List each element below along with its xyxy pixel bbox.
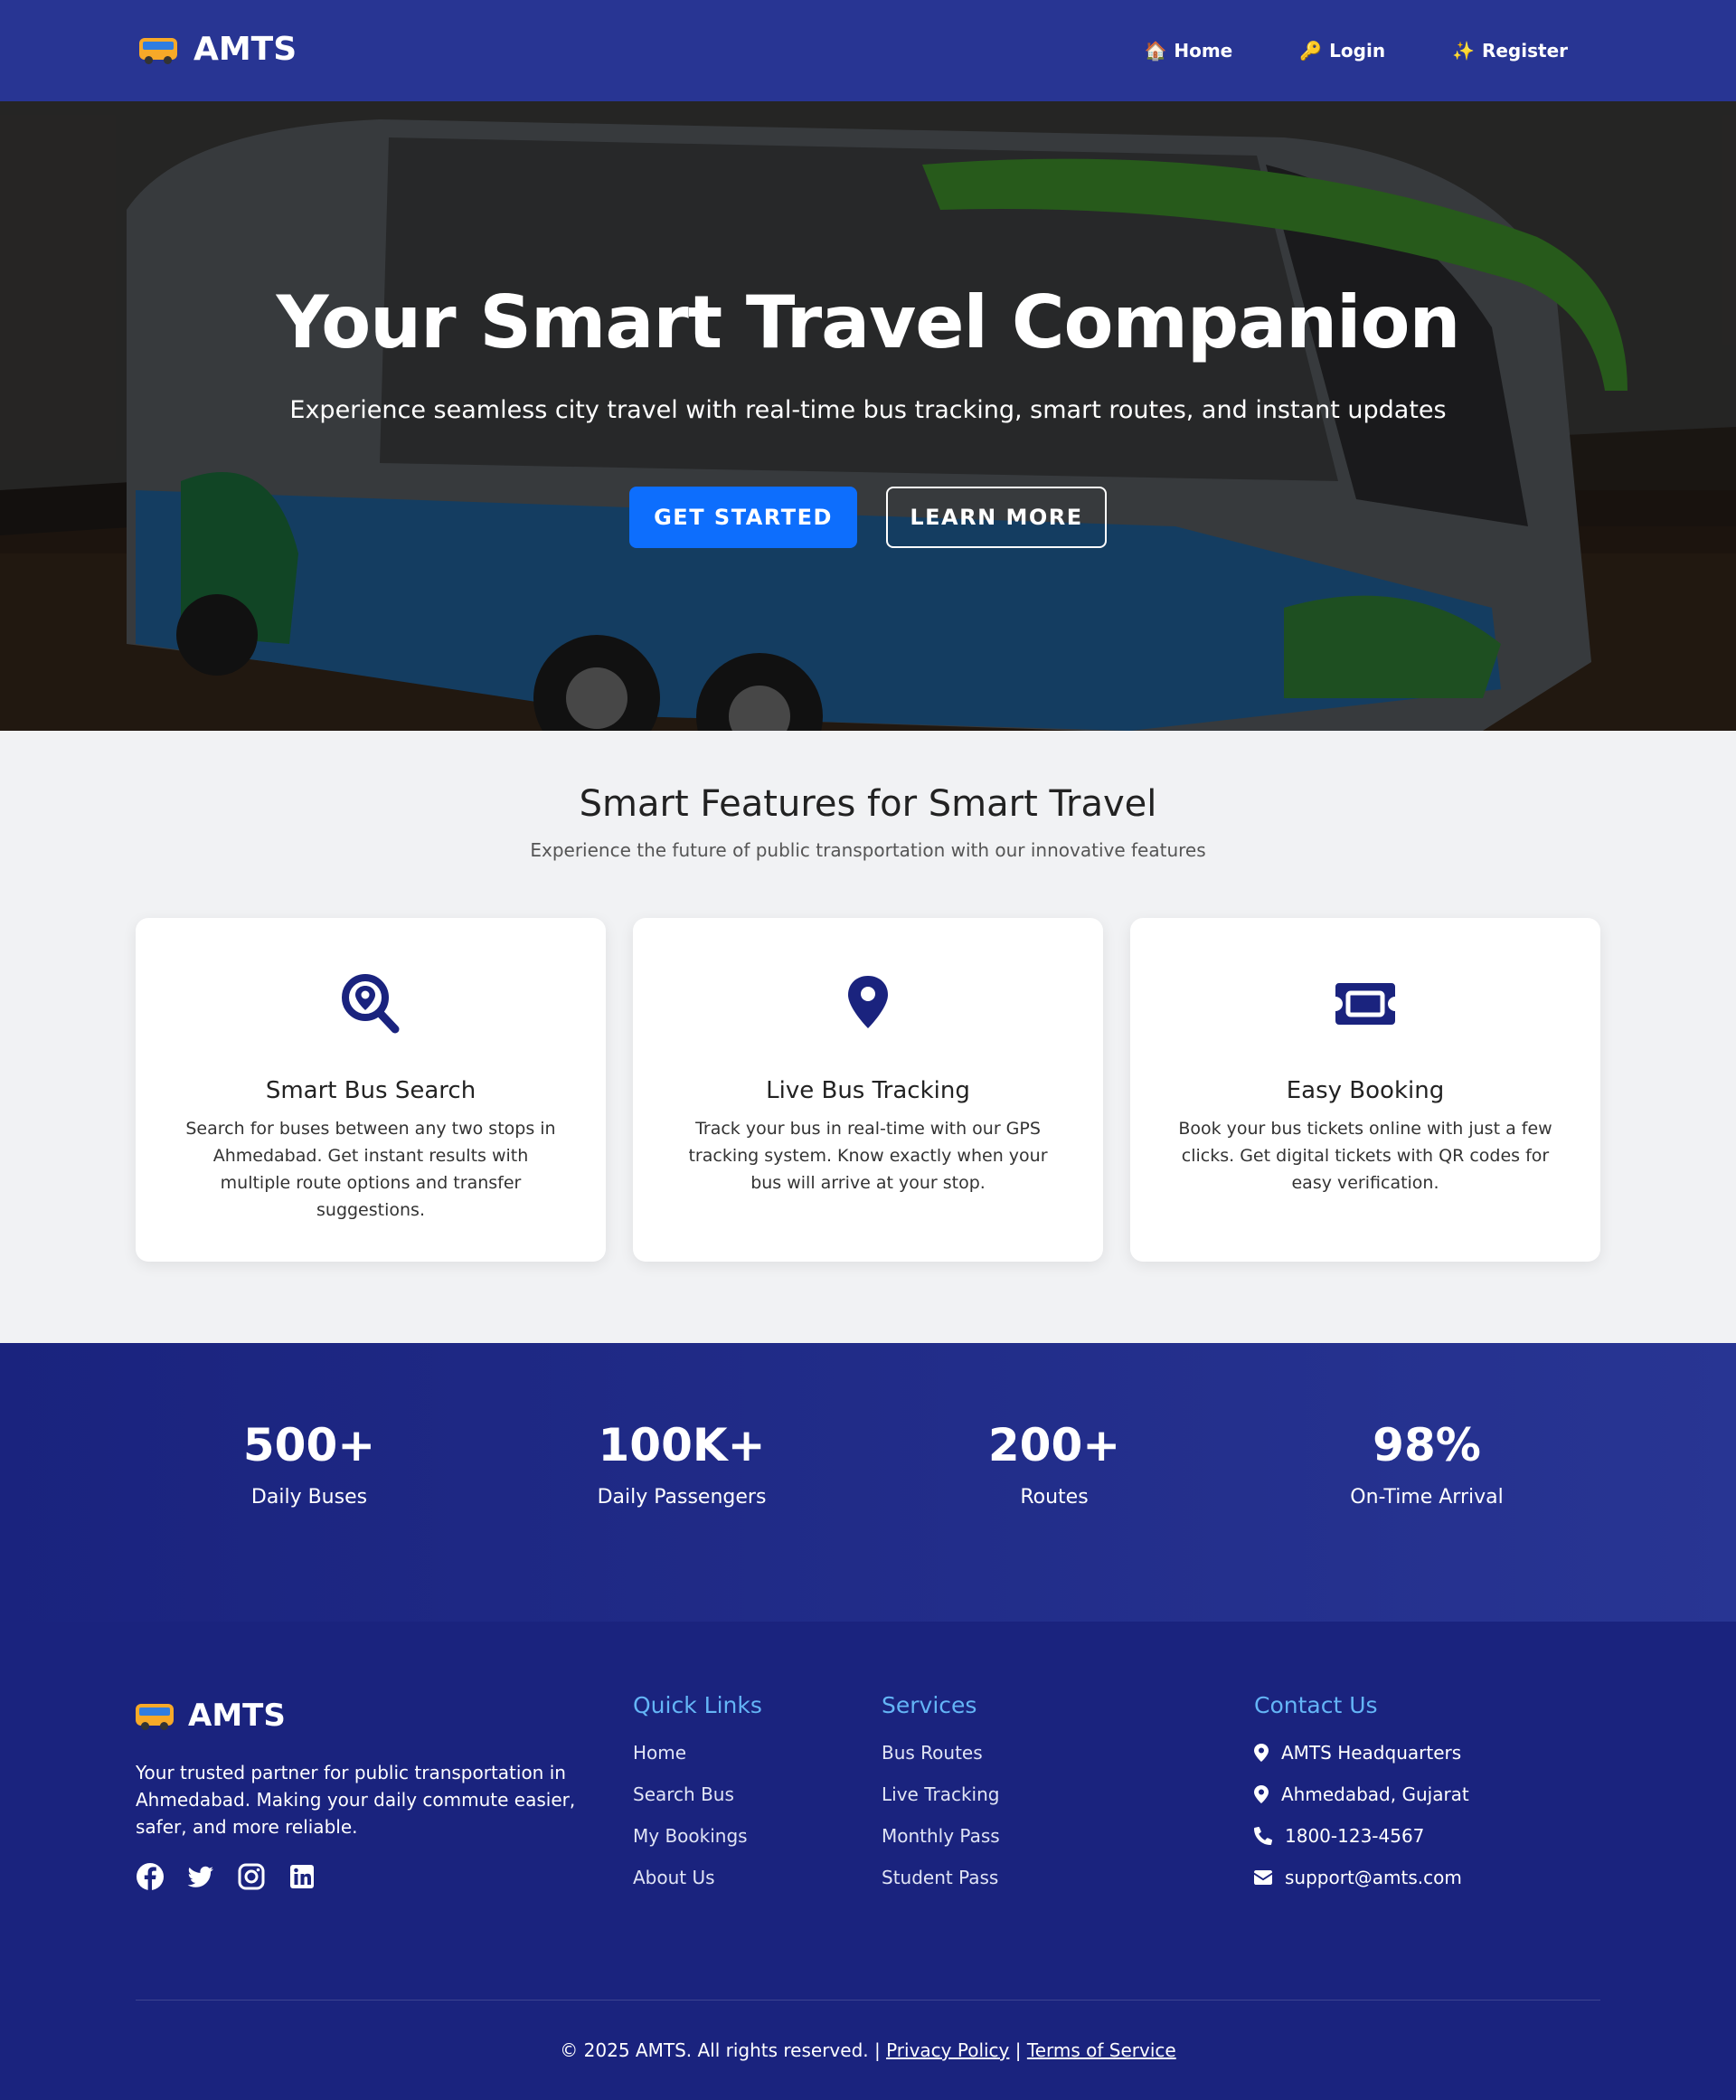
stat-routes: 200+ Routes bbox=[868, 1419, 1241, 1509]
feature-card-live-tracking: Live Bus Tracking Track your bus in real… bbox=[633, 918, 1103, 1262]
facebook-icon[interactable] bbox=[136, 1862, 165, 1891]
stat-value: 500+ bbox=[242, 1419, 376, 1471]
stat-label: Daily Buses bbox=[250, 1486, 368, 1509]
contact-address-line-2: Ahmedabad, Gujarat bbox=[1254, 1783, 1469, 1825]
get-started-button[interactable]: GET STARTED bbox=[629, 487, 857, 548]
stat-daily-passengers: 100K+ Daily Passengers bbox=[495, 1419, 868, 1509]
feature-description: Search for buses between any two stops i… bbox=[185, 1119, 556, 1220]
nav-links: 🏠 Home 🔑 Login ✨ Register bbox=[1144, 0, 1568, 101]
footer-contact: Contact Us AMTS Headquarters Ahmedabad, … bbox=[1254, 1692, 1469, 1908]
features-section: Smart Features for Smart Travel Experien… bbox=[0, 731, 1736, 1343]
footer-link-bus-routes[interactable]: Bus Routes bbox=[882, 1742, 1000, 1783]
copyright-separator: | bbox=[1014, 2039, 1022, 2061]
contact-phone-line: 1800-123-4567 bbox=[1254, 1825, 1469, 1867]
nav-register-link[interactable]: ✨ Register bbox=[1452, 40, 1568, 61]
stats-section: 500+ Daily Buses 100K+ Daily Passengers … bbox=[0, 1343, 1736, 1622]
feature-description: Book your bus tickets online with just a… bbox=[1178, 1119, 1552, 1193]
top-navbar: AMTS 🏠 Home 🔑 Login ✨ Register bbox=[0, 0, 1736, 101]
contact-address-line-1: AMTS Headquarters bbox=[1254, 1742, 1469, 1783]
feature-title: Live Bus Tracking bbox=[766, 1077, 970, 1104]
footer-services: Services Bus Routes Live Tracking Monthl… bbox=[882, 1692, 1000, 1908]
bus-icon bbox=[136, 1700, 174, 1731]
footer-brand-name: AMTS bbox=[188, 1698, 286, 1734]
hero-title: Your Smart Travel Companion bbox=[276, 280, 1461, 364]
stat-label: Routes bbox=[1020, 1486, 1089, 1509]
footer-link-about-us[interactable]: About Us bbox=[633, 1867, 762, 1908]
nav-register-label: Register bbox=[1481, 40, 1568, 61]
contact-email[interactable]: support@amts.com bbox=[1285, 1867, 1462, 1888]
stat-label: On-Time Arrival bbox=[1350, 1486, 1504, 1509]
footer-quick-links: Quick Links Home Search Bus My Bookings … bbox=[633, 1692, 762, 1908]
nav-home-link[interactable]: 🏠 Home bbox=[1144, 40, 1232, 61]
brand-name: AMTS bbox=[193, 31, 297, 68]
key-icon: 🔑 bbox=[1299, 40, 1323, 61]
twitter-icon[interactable] bbox=[186, 1862, 215, 1891]
search-location-icon bbox=[136, 974, 606, 1034]
footer-link-home[interactable]: Home bbox=[633, 1742, 762, 1783]
stat-daily-buses: 500+ Daily Buses bbox=[123, 1419, 495, 1509]
features-subtitle: Experience the future of public transpor… bbox=[530, 839, 1206, 861]
hero-buttons: GET STARTED LEARN MORE bbox=[0, 487, 1736, 548]
footer-link-search-bus[interactable]: Search Bus bbox=[633, 1783, 762, 1825]
copyright-text: © 2025 AMTS. All rights reserved. | bbox=[560, 2039, 881, 2061]
nav-login-link[interactable]: 🔑 Login bbox=[1299, 40, 1385, 61]
hero-subtitle: Experience seamless city travel with rea… bbox=[289, 396, 1447, 424]
learn-more-button[interactable]: LEARN MORE bbox=[886, 487, 1107, 548]
feature-title: Easy Booking bbox=[1286, 1077, 1445, 1104]
features-title: Smart Features for Smart Travel bbox=[579, 783, 1157, 825]
stat-value: 98% bbox=[1373, 1419, 1481, 1471]
map-marker-icon bbox=[633, 974, 1103, 1034]
map-marker-icon bbox=[1254, 1785, 1269, 1803]
map-marker-icon bbox=[1254, 1744, 1269, 1762]
brand-logo[interactable]: AMTS bbox=[139, 31, 297, 68]
phone-icon bbox=[1254, 1827, 1272, 1845]
footer-divider bbox=[136, 2000, 1600, 2001]
feature-description: Track your bus in real-time with our GPS… bbox=[688, 1119, 1048, 1193]
nav-home-label: Home bbox=[1174, 40, 1233, 61]
contact-address-2: Ahmedabad, Gujarat bbox=[1281, 1783, 1469, 1805]
sparkles-icon: ✨ bbox=[1452, 40, 1475, 61]
footer-heading: Contact Us bbox=[1254, 1692, 1378, 1718]
nav-login-label: Login bbox=[1329, 40, 1386, 61]
linkedin-icon[interactable] bbox=[288, 1862, 316, 1891]
footer-brand: AMTS bbox=[136, 1698, 286, 1734]
contact-phone[interactable]: 1800-123-4567 bbox=[1285, 1825, 1424, 1847]
footer-link-monthly-pass[interactable]: Monthly Pass bbox=[882, 1825, 1000, 1867]
stat-on-time-arrival: 98% On-Time Arrival bbox=[1241, 1419, 1613, 1509]
ticket-icon bbox=[1130, 974, 1600, 1034]
social-links bbox=[136, 1862, 316, 1891]
feature-card-easy-booking: Easy Booking Book your bus tickets onlin… bbox=[1130, 918, 1600, 1262]
footer-link-my-bookings[interactable]: My Bookings bbox=[633, 1825, 762, 1867]
terms-of-service-link[interactable]: Terms of Service bbox=[1027, 2039, 1176, 2061]
footer-heading: Quick Links bbox=[633, 1692, 762, 1718]
house-icon: 🏠 bbox=[1144, 40, 1167, 61]
contact-address-1: AMTS Headquarters bbox=[1281, 1742, 1462, 1764]
footer: AMTS Your trusted partner for public tra… bbox=[0, 1622, 1736, 2100]
stat-label: Daily Passengers bbox=[597, 1486, 767, 1509]
feature-title: Smart Bus Search bbox=[265, 1077, 476, 1104]
stat-value: 200+ bbox=[987, 1419, 1121, 1471]
footer-heading: Services bbox=[882, 1692, 977, 1718]
footer-link-student-pass[interactable]: Student Pass bbox=[882, 1867, 1000, 1908]
footer-description: Your trusted partner for public transpor… bbox=[136, 1762, 576, 1838]
instagram-icon[interactable] bbox=[237, 1862, 266, 1891]
stat-value: 100K+ bbox=[598, 1419, 766, 1471]
hero-section: Your Smart Travel Companion Experience s… bbox=[0, 101, 1736, 731]
contact-email-line: support@amts.com bbox=[1254, 1867, 1469, 1908]
footer-copyright-line: © 2025 AMTS. All rights reserved. | Priv… bbox=[0, 2039, 1736, 2061]
footer-link-live-tracking[interactable]: Live Tracking bbox=[882, 1783, 1000, 1825]
bus-icon bbox=[139, 34, 177, 65]
feature-card-smart-search: Smart Bus Search Search for buses betwee… bbox=[136, 918, 606, 1262]
envelope-icon bbox=[1254, 1870, 1272, 1885]
privacy-policy-link[interactable]: Privacy Policy bbox=[886, 2039, 1009, 2061]
